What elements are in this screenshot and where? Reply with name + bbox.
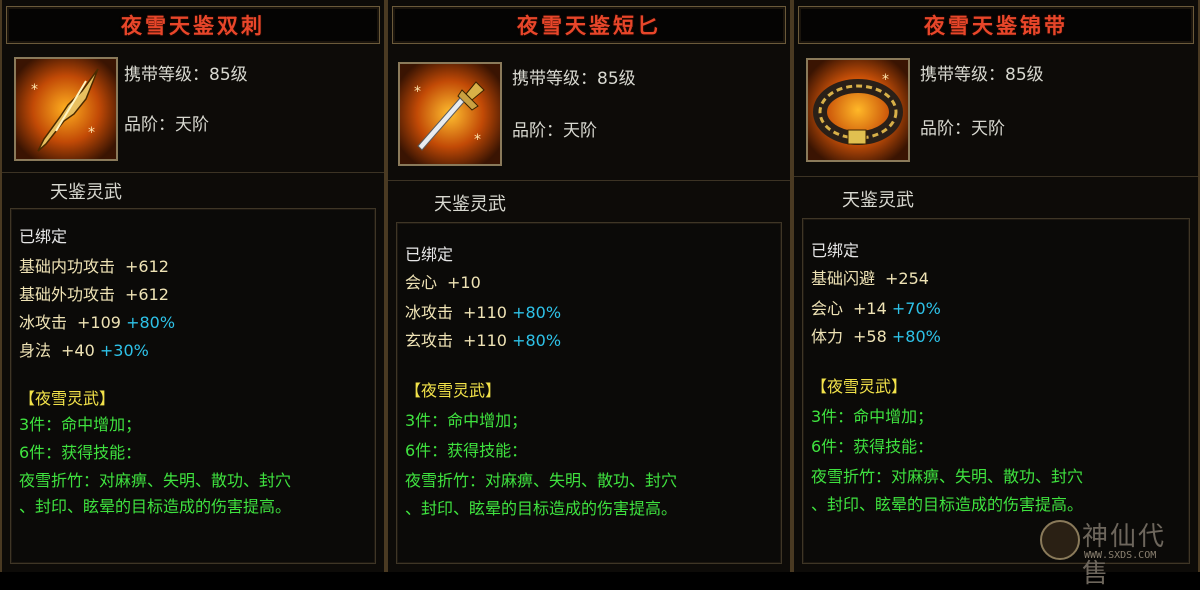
stat-row: 身法 +40 +30% [19, 341, 149, 360]
bound-status: 已绑定 [405, 245, 454, 264]
watermark: 神仙代售 WWW.SXDS.COM [1040, 516, 1190, 589]
carry-level: 携带等级：85级 [512, 69, 636, 89]
stat-row: 会心 +14 +70% [811, 299, 941, 318]
bound-status: 已绑定 [811, 241, 860, 260]
skill-desc: 夜雪折竹：对麻痹、失明、散功、封穴 [811, 467, 1084, 486]
carry-level: 携带等级：85级 [920, 65, 1044, 85]
svg-text:*: * [414, 84, 421, 100]
item-tooltip-twin-dagger: 夜雪天鉴双刺 * * 携带等级：85级 品阶：天阶 天鉴灵武 已绑定 基础内功攻… [0, 0, 386, 572]
belt-icon[interactable]: * [806, 58, 910, 162]
set-title: 【夜雪灵武】 [19, 389, 116, 408]
stat-row: 会心 +10 [405, 273, 481, 292]
stat-row: 基础外功攻击 +612 [19, 285, 169, 304]
item-title-bar: 夜雪天鉴双刺 [6, 6, 380, 44]
set-effect: 6件：获得技能： [811, 437, 934, 456]
screen: 夜雪天鉴双刺 * * 携带等级：85级 品阶：天阶 天鉴灵武 已绑定 基础内功攻… [0, 0, 1200, 589]
stats-box: 已绑定 基础内功攻击 +612 基础外功攻击 +612 冰攻击 +109 +80% 身… [10, 208, 376, 564]
item-title-bar: 夜雪天鉴短匕 [392, 6, 786, 44]
twin-dagger-icon[interactable]: * * [14, 57, 118, 161]
item-category: 天鉴灵武 [842, 190, 914, 211]
svg-text:*: * [474, 132, 481, 148]
divider [2, 172, 384, 173]
stat-row: 冰攻击 +109 +80% [19, 313, 176, 332]
set-title: 【夜雪灵武】 [405, 381, 502, 400]
svg-text:*: * [882, 72, 889, 88]
divider [388, 180, 790, 181]
set-effect: 6件：获得技能： [19, 443, 142, 462]
item-tooltip-belt: 夜雪天鉴锦带 * 携带等级：85级 品阶：天阶 天鉴灵武 已绑定 基础闪避 +25… [792, 0, 1200, 572]
svg-text:*: * [88, 125, 95, 141]
item-name: 夜雪天鉴短匕 [517, 13, 661, 38]
set-effect: 3件：命中增加； [405, 411, 528, 430]
skill-desc: 、封印、眩晕的目标造成的伤害提高。 [811, 495, 1084, 514]
item-grade: 品阶：天阶 [512, 121, 597, 141]
item-tooltip-short-dagger: 夜雪天鉴短匕 * * 携带等级：85级 品阶：天阶 天鉴灵武 已绑定 会心 +10… [386, 0, 792, 572]
stat-row: 体力 +58 +80% [811, 327, 941, 346]
stat-row: 基础闪避 +254 [811, 269, 929, 288]
skill-desc: 、封印、眩晕的目标造成的伤害提高。 [405, 499, 678, 518]
stats-box: 已绑定 会心 +10 冰攻击 +110 +80% 玄攻击 +110 +80% 【夜雪灵… [396, 222, 782, 564]
svg-text:*: * [31, 82, 38, 98]
watermark-logo-icon [1040, 520, 1080, 560]
set-effect: 3件：命中增加； [19, 415, 142, 434]
set-title: 【夜雪灵武】 [811, 377, 908, 396]
item-title-bar: 夜雪天鉴锦带 [798, 6, 1194, 44]
stat-row: 冰攻击 +110 +80% [405, 303, 562, 322]
stats-box: 已绑定 基础闪避 +254 会心 +14 +70% 体力 +58 +80% 【夜雪灵武… [802, 218, 1190, 564]
skill-desc: 夜雪折竹：对麻痹、失明、散功、封穴 [405, 471, 678, 490]
stat-row: 玄攻击 +110 +80% [405, 331, 562, 350]
carry-level: 携带等级：85级 [124, 65, 248, 85]
item-name: 夜雪天鉴锦带 [924, 13, 1068, 38]
item-grade: 品阶：天阶 [920, 119, 1005, 139]
item-category: 天鉴灵武 [50, 182, 122, 203]
watermark-url: WWW.SXDS.COM [1084, 550, 1157, 561]
skill-desc: 夜雪折竹：对麻痹、失明、散功、封穴 [19, 471, 292, 490]
bound-status: 已绑定 [19, 227, 68, 246]
short-dagger-icon[interactable]: * * [398, 62, 502, 166]
skill-desc: 、封印、眩晕的目标造成的伤害提高。 [19, 497, 292, 516]
item-name: 夜雪天鉴双刺 [121, 13, 265, 38]
item-category: 天鉴灵武 [434, 194, 506, 215]
item-grade: 品阶：天阶 [124, 115, 209, 135]
divider [794, 176, 1198, 177]
set-effect: 6件：获得技能： [405, 441, 528, 460]
stat-row: 基础内功攻击 +612 [19, 257, 169, 276]
set-effect: 3件：命中增加； [811, 407, 934, 426]
